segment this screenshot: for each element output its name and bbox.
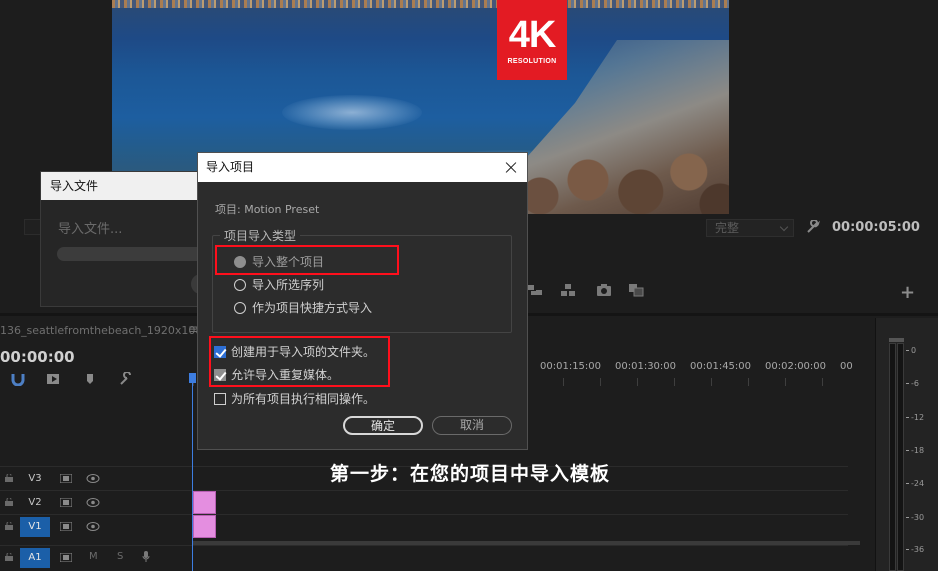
lock-icon[interactable] (5, 522, 13, 530)
import-progress-label: 导入文件... (58, 222, 123, 237)
sequence-tab[interactable]: 136_seattlefromthebeach_1920x1080 (0, 324, 209, 337)
duration-timecode: 00:00:05:00 (832, 220, 920, 235)
meter-scale-label: -36 (906, 545, 924, 554)
track-target-v2[interactable]: V2 (20, 493, 50, 513)
comparison-icon[interactable] (628, 283, 644, 297)
radio-empty-icon (234, 301, 246, 314)
checkbox-checked-icon (214, 368, 226, 381)
badge-main-text: 4K (508, 13, 557, 56)
import-project-dialog: 导入项目 项目: Motion Preset 项目导入类型 导入整个项目 导入所… (197, 152, 528, 450)
meter-scale-label: -24 (906, 479, 924, 488)
magnet-snap-icon[interactable] (10, 372, 26, 386)
eye-icon[interactable] (86, 474, 100, 483)
radio-label: 导入所选序列 (252, 278, 325, 292)
checkbox-create-folder[interactable]: 创建用于导入项的文件夹。 (214, 343, 375, 360)
meter-scale-label: 0 (906, 346, 916, 355)
filmstrip-icon[interactable] (60, 474, 72, 483)
tutorial-caption: 第一步：在您的项目中导入模板 (330, 463, 611, 485)
ruler-tick-label: 00:01:30:00 (615, 361, 677, 372)
radio-selected-icon (234, 255, 246, 268)
filmstrip-icon[interactable] (60, 498, 72, 507)
ruler-tick-label: 00:01:45:00 (690, 361, 752, 372)
checkbox-allow-duplicate-media[interactable]: 允许导入重复媒体。 (214, 366, 339, 383)
meter-channel-right (897, 343, 904, 571)
meter-scale-label: -18 (906, 446, 924, 455)
playhead-line (192, 376, 193, 571)
track-target-v1[interactable]: V1 (20, 517, 50, 537)
mute-toggle[interactable]: M (89, 551, 98, 562)
track-target-a1[interactable]: A1 (20, 548, 50, 568)
wrench-icon[interactable] (806, 220, 820, 234)
filmstrip-icon[interactable] (60, 522, 72, 531)
time-ruler[interactable]: 00:01:15:00 00:01:30:00 00:01:45:00 00:0… (540, 361, 915, 372)
dialog-title: 导入项目 (198, 153, 527, 182)
insert-icon[interactable] (527, 283, 543, 297)
timeline-timecode[interactable]: 00:00:00 (0, 348, 75, 366)
solo-toggle[interactable]: S (117, 551, 123, 562)
meter-scale-label: -6 (906, 379, 919, 388)
export-frame-icon[interactable] (596, 283, 612, 297)
quality-value: 完整 (715, 221, 740, 235)
microphone-icon[interactable] (142, 551, 150, 563)
meter-scale-label: -12 (906, 413, 924, 422)
marker-icon[interactable] (82, 372, 98, 386)
nest-icon[interactable] (46, 372, 62, 386)
meter-scale-label: -30 (906, 513, 924, 522)
eye-icon[interactable] (86, 522, 100, 531)
timeline-clip-v2[interactable] (193, 491, 216, 514)
import-progress-bar (57, 247, 217, 261)
playback-quality-select[interactable]: 完整 (706, 219, 794, 237)
radio-empty-icon (234, 278, 246, 291)
radio-label: 导入整个项目 (252, 255, 325, 269)
timeline-clip-v1[interactable] (193, 515, 216, 538)
add-button-icon[interactable]: + (900, 284, 915, 302)
lock-icon[interactable] (5, 474, 13, 482)
import-type-title: 项目导入类型 (220, 227, 301, 244)
timeline-tools (10, 372, 134, 386)
4k-resolution-badge: 4K RESOLUTION (497, 0, 567, 80)
track-v1: V1 (0, 514, 848, 538)
chevron-down-icon (779, 222, 789, 232)
dialog-title: 导入文件 (41, 172, 199, 200)
checkbox-empty-icon (214, 392, 226, 405)
wave-foam (282, 95, 422, 130)
lock-icon[interactable] (5, 498, 13, 506)
overwrite-icon[interactable] (560, 283, 576, 297)
import-file-dialog: 导入文件 导入文件... (40, 171, 231, 307)
wrench-icon[interactable] (118, 372, 134, 386)
badge-sub-text: RESOLUTION (507, 57, 557, 65)
radio-import-selected-sequences[interactable]: 导入所选序列 (234, 276, 324, 293)
checkbox-label: 创建用于导入项的文件夹。 (231, 345, 376, 359)
checkbox-label: 允许导入重复媒体。 (231, 368, 340, 382)
eye-icon[interactable] (86, 498, 100, 507)
audio-meter-panel (875, 318, 938, 571)
ok-button[interactable]: 确定 (343, 416, 423, 435)
project-name: 项目: Motion Preset (215, 203, 320, 216)
track-a1: A1 M S (0, 545, 848, 569)
meter-peak-indicator (889, 338, 904, 342)
radio-label: 作为项目快捷方式导入 (252, 301, 373, 315)
city-skyline (112, 0, 729, 8)
radio-import-entire-project[interactable]: 导入整个项目 (234, 253, 324, 270)
checkbox-label: 为所有项目执行相同操作。 (231, 392, 376, 406)
radio-import-as-shortcut[interactable]: 作为项目快捷方式导入 (234, 299, 372, 316)
lock-icon[interactable] (5, 553, 13, 561)
filmstrip-icon[interactable] (60, 553, 72, 562)
checkbox-apply-to-all[interactable]: 为所有项目执行相同操作。 (214, 390, 375, 407)
track-v2: V2 (0, 490, 848, 514)
meter-channel-left (889, 343, 896, 571)
ruler-tick-label: 00:02:00:00 (765, 361, 827, 372)
timeline-scrollbar[interactable] (193, 541, 860, 545)
checkbox-checked-icon (214, 345, 226, 358)
cancel-button[interactable]: 取消 (432, 416, 512, 435)
ruler-tick-label: 00:01:15:00 (540, 361, 602, 372)
close-icon[interactable] (501, 157, 521, 177)
track-target-v3[interactable]: V3 (20, 469, 50, 489)
